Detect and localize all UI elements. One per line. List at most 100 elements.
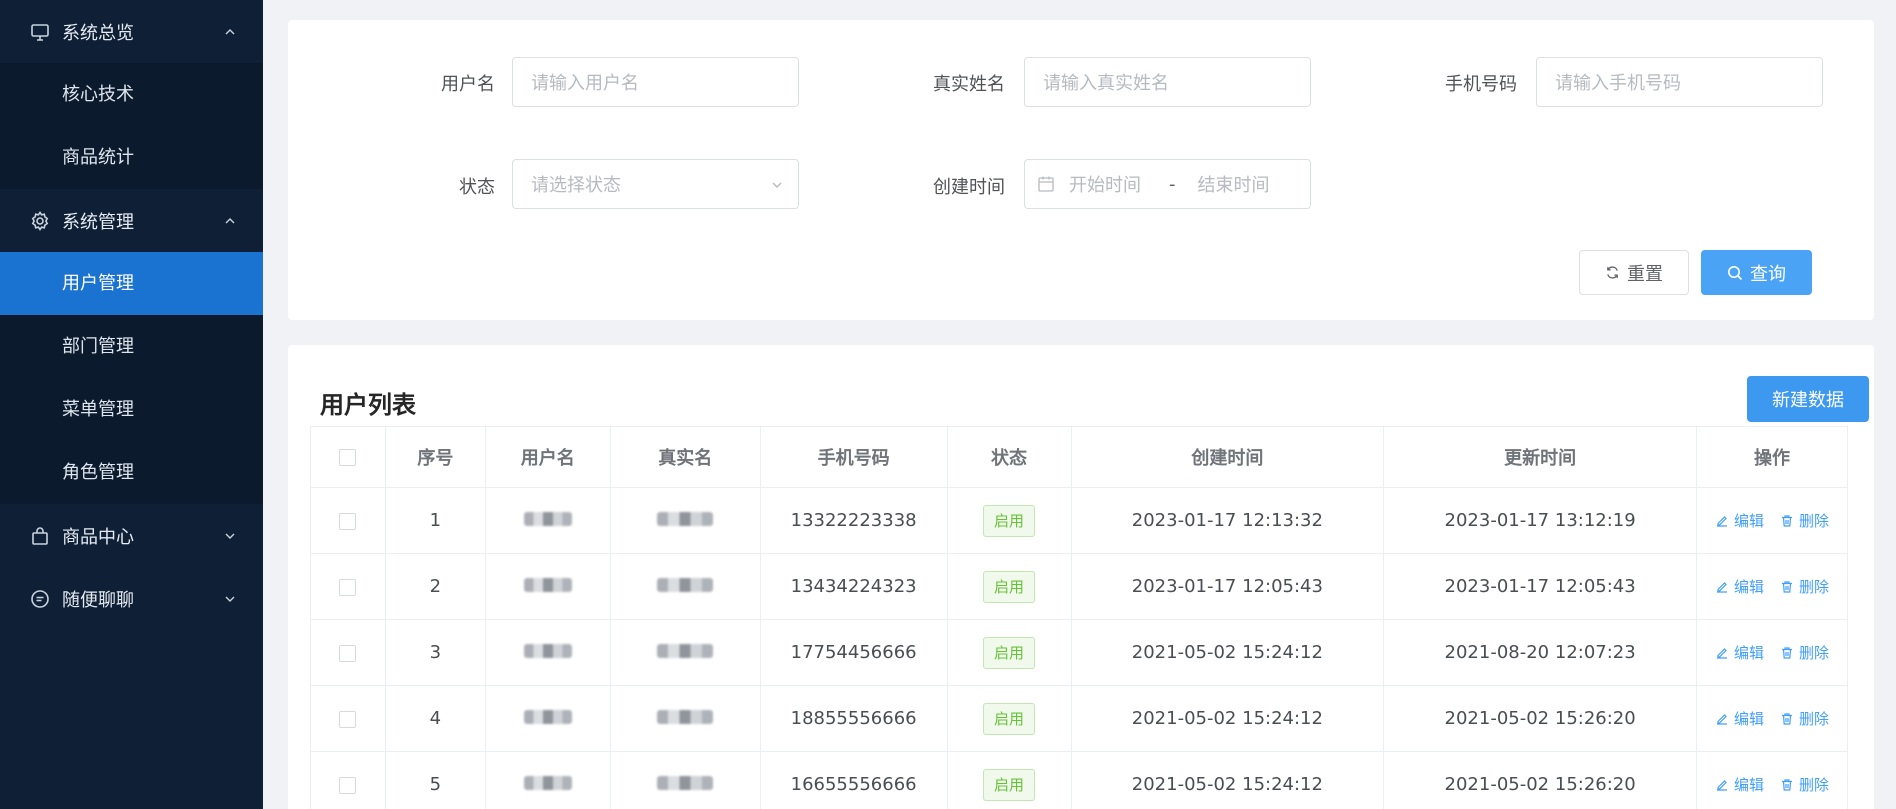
chevron-down-icon [225,596,235,602]
edit-icon [1716,581,1727,593]
username-placeholder: 请输入用户名 [531,73,639,94]
delete-button[interactable]: 删除 [1780,774,1829,795]
shopping-bag-icon [30,526,50,546]
row-updated-time: 2021-08-20 12:07:23 [1383,619,1697,686]
phone-input[interactable]: 请输入手机号码 [1536,57,1823,107]
row-created-time: 2021-05-02 15:24:12 [1070,751,1385,809]
edit-icon [1716,647,1727,659]
row-checkbox[interactable] [339,776,357,794]
username-input[interactable]: 请输入用户名 [512,57,799,107]
search-icon [1728,265,1743,280]
reset-button[interactable]: 重置 [1579,250,1689,295]
chevron-down-icon [772,182,782,188]
column-header-status[interactable]: 状态 [946,426,1072,488]
created-time-label: 创建时间 [933,177,1005,198]
trash-icon [1782,580,1792,593]
column-header-username[interactable]: 用户名 [484,426,611,488]
reset-button-label: 重置 [1627,263,1663,285]
chevron-up-icon [225,28,235,34]
sidebar-item-department-management[interactable]: 部门管理 [0,315,263,378]
column-header-phone[interactable]: 手机号码 [759,426,948,488]
row-updated-time: 2021-05-02 15:26:20 [1383,685,1697,752]
edit-icon [1716,779,1727,791]
delete-button[interactable]: 删除 [1780,708,1829,729]
monitor-icon [30,22,50,42]
delete-button[interactable]: 删除 [1780,642,1829,663]
redacted-realname [657,512,714,526]
column-header-realname[interactable]: 真实名 [609,426,761,488]
sidebar-item-menu-management[interactable]: 菜单管理 [0,378,263,441]
edit-button[interactable]: 编辑 [1715,510,1764,531]
calendar-icon [1038,176,1054,192]
new-data-button[interactable]: 新建数据 [1747,376,1869,422]
table-row: 5 16655556666 启用 2021-05-02 15:24:12 202… [310,751,1848,809]
edit-icon [1716,515,1727,527]
row-checkbox[interactable] [339,512,357,530]
row-realname-redacted [609,553,761,620]
start-date-placeholder[interactable]: 开始时间 [1069,171,1141,197]
menu-group-product-center[interactable]: 商品中心 [0,504,263,567]
redacted-username [523,644,572,658]
row-select-cell [310,685,386,752]
table-row: 3 17754456666 启用 2021-05-02 15:24:12 202… [310,619,1848,686]
row-checkbox[interactable] [339,644,357,662]
row-checkbox[interactable] [339,578,357,596]
submenu-overview: 核心技术 商品统计 [0,63,263,189]
sidebar-item-user-management[interactable]: 用户管理 [0,252,263,315]
column-header-created[interactable]: 创建时间 [1070,426,1385,488]
query-button[interactable]: 查询 [1701,250,1812,295]
table-row: 4 18855556666 启用 2021-05-02 15:24:12 202… [310,685,1848,752]
status-badge: 启用 [983,636,1036,669]
sidebar-item-product-stats[interactable]: 商品统计 [0,126,263,189]
column-header-updated[interactable]: 更新时间 [1383,426,1697,488]
user-table: 序号 用户名 真实名 手机号码 状态 创建时间 更新时间 操作 1 133222… [310,426,1848,809]
menu-group-chat[interactable]: 随便聊聊 [0,567,263,630]
row-status-cell: 启用 [946,685,1072,752]
status-label: 状态 [459,177,495,198]
row-created-time: 2021-05-02 15:24:12 [1070,685,1385,752]
edit-button[interactable]: 编辑 [1715,708,1764,729]
row-phone: 17754456666 [759,619,948,686]
row-updated-time: 2021-05-02 15:26:20 [1383,751,1697,809]
row-username-redacted [484,487,611,554]
sidebar-item-core-tech[interactable]: 核心技术 [0,63,263,126]
edit-button[interactable]: 编辑 [1715,642,1764,663]
sidebar-item-role-management[interactable]: 角色管理 [0,441,263,504]
column-header-index[interactable]: 序号 [384,426,486,488]
row-phone: 16655556666 [759,751,948,809]
query-button-label: 查询 [1750,263,1786,285]
row-select-cell [310,553,386,620]
phone-label: 手机号码 [1445,74,1517,95]
menu-group-label: 系统总览 [62,22,134,44]
row-updated-time: 2023-01-17 12:05:43 [1383,553,1697,620]
row-realname-redacted [609,487,761,554]
row-status-cell: 启用 [946,553,1072,620]
row-checkbox[interactable] [339,710,357,728]
trash-icon [1782,712,1792,725]
row-actions: 编辑 删除 [1696,487,1848,554]
row-realname-redacted [609,685,761,752]
date-range-picker[interactable]: 开始时间 - 结束时间 [1024,159,1311,209]
select-all-checkbox[interactable] [339,449,357,466]
row-actions: 编辑 删除 [1696,619,1848,686]
row-phone: 13434224323 [759,553,948,620]
edit-button[interactable]: 编辑 [1715,576,1764,597]
menu-group-overview[interactable]: 系统总览 [0,0,263,63]
status-select[interactable]: 请选择状态 [512,159,799,209]
row-username-redacted [484,685,611,752]
column-header-actions[interactable]: 操作 [1696,426,1848,488]
realname-input[interactable]: 请输入真实姓名 [1024,57,1311,107]
status-placeholder: 请选择状态 [531,175,621,196]
row-actions: 编辑 删除 [1696,553,1848,620]
filter-card: 用户名 请输入用户名 真实姓名 请输入真实姓名 手机号码 请输入手机号码 状态 … [288,20,1874,320]
username-label: 用户名 [441,74,495,95]
menu-group-label: 商品中心 [62,526,134,548]
delete-button[interactable]: 删除 [1780,510,1829,531]
delete-button[interactable]: 删除 [1780,576,1829,597]
status-badge: 启用 [983,702,1036,735]
realname-placeholder: 请输入真实姓名 [1043,73,1169,94]
edit-button[interactable]: 编辑 [1715,774,1764,795]
menu-group-system[interactable]: 系统管理 [0,189,263,252]
redacted-realname [657,578,714,592]
end-date-placeholder[interactable]: 结束时间 [1198,171,1270,197]
